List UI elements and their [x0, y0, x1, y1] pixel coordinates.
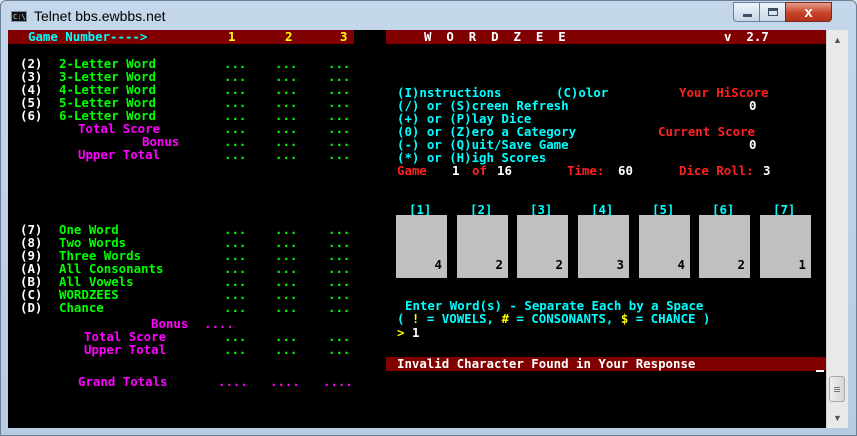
row-g3: ... — [328, 300, 351, 315]
die-letter: E — [811, 227, 820, 242]
die-1[interactable]: C 4 — [396, 215, 455, 278]
game-1-header: 1 — [228, 30, 236, 44]
chevron-up-icon[interactable]: ▲ — [829, 32, 846, 48]
close-icon: x — [804, 4, 813, 21]
word-input-value[interactable]: 1 — [412, 325, 419, 340]
row-g1: ... — [224, 300, 247, 315]
upper-total-label: Upper Total — [78, 147, 161, 162]
maximize-icon — [768, 8, 778, 16]
die-points: 3 — [616, 257, 624, 272]
word-input-line[interactable]: > 1 — [397, 326, 419, 340]
die-6[interactable]: N 2 — [699, 215, 758, 278]
lower-upper-total-label: Upper Total — [84, 342, 167, 357]
scrollbar-thumb[interactable] — [829, 376, 845, 402]
close-button[interactable]: x — [785, 2, 832, 22]
die-points: 4 — [434, 257, 442, 272]
die-points: 2 — [737, 257, 745, 272]
consonant-symbol: # — [501, 311, 509, 326]
status-message: Invalid Character Found in Your Response — [397, 356, 696, 371]
row-g2: ... — [275, 147, 298, 162]
game-2-header: 2 — [285, 30, 293, 44]
text-cursor — [816, 370, 824, 372]
row-g1: ... — [224, 342, 247, 357]
die-2[interactable]: R 2 — [457, 215, 516, 278]
dice-roll-label: Dice Roll: — [679, 163, 754, 178]
grip-line — [834, 387, 840, 388]
grand-total-g2: .... — [270, 374, 300, 389]
input-prompt: > — [397, 325, 405, 340]
die-3[interactable]: S 2 — [517, 215, 576, 278]
hiscore-value: 0 — [749, 98, 757, 113]
row-g3: ... — [328, 147, 351, 162]
current-score-value: 0 — [749, 137, 757, 152]
game-label: Game — [397, 163, 427, 178]
grip-line — [834, 391, 840, 392]
grip-line — [834, 389, 840, 390]
maximize-button[interactable] — [759, 2, 786, 22]
grand-totals-label: Grand Totals — [78, 374, 168, 389]
game-title: W O R D Z E E — [424, 30, 566, 44]
row-g3: ... — [328, 342, 351, 357]
game-number-label: Game Number----> — [28, 30, 148, 44]
title-bar[interactable]: C:\ Telnet bbs.ewbbs.net x — [1, 1, 856, 31]
game-total: 16 — [497, 163, 512, 178]
console-area[interactable]: Game Number----> 1 2 3 (2) 2-Letter Word… — [8, 30, 826, 428]
die-4[interactable]: M 3 — [578, 215, 637, 278]
prompt-legend: ( ! = VOWELS, # = CONSONANTS, $ = CHANCE… — [397, 312, 710, 326]
row-g2: ... — [275, 342, 298, 357]
row-key: (D) — [20, 300, 43, 315]
chance-text: = CHANCE ) — [628, 311, 711, 326]
die-5[interactable]: B 4 — [639, 215, 698, 278]
of-label: of — [472, 163, 487, 178]
current-score-label: Current Score — [658, 124, 755, 139]
die-points: 2 — [495, 257, 503, 272]
die-points: 1 — [798, 257, 806, 272]
grand-total-g3: .... — [323, 374, 353, 389]
minimize-button[interactable] — [733, 2, 760, 22]
time-label: Time: — [567, 163, 605, 178]
row-name: Chance — [59, 300, 104, 315]
time-value: 60 — [618, 163, 633, 178]
dice-roll-value: 3 — [763, 163, 771, 178]
vowel-text: = VOWELS, — [419, 311, 502, 326]
legend-open: ( — [397, 311, 412, 326]
chevron-down-icon[interactable]: ▼ — [829, 410, 846, 426]
game-3-header: 3 — [340, 30, 348, 44]
die-points: 2 — [555, 257, 563, 272]
die-7[interactable]: E 1 — [760, 215, 819, 278]
row-g1: ... — [224, 147, 247, 162]
row-g2: ... — [275, 300, 298, 315]
die-points: 4 — [677, 257, 685, 272]
console-icon[interactable]: C:\ — [11, 11, 27, 22]
vertical-scrollbar[interactable]: ▲ ▼ — [826, 30, 848, 428]
minimize-icon — [743, 14, 752, 17]
grand-total-g1: .... — [218, 374, 248, 389]
window-title: Telnet bbs.ewbbs.net — [34, 8, 166, 24]
game-number: 1 — [452, 163, 460, 178]
row-key: (6) — [20, 108, 43, 123]
version-label: v 2.7 — [724, 30, 769, 44]
consonant-text: = CONSONANTS, — [508, 311, 621, 326]
